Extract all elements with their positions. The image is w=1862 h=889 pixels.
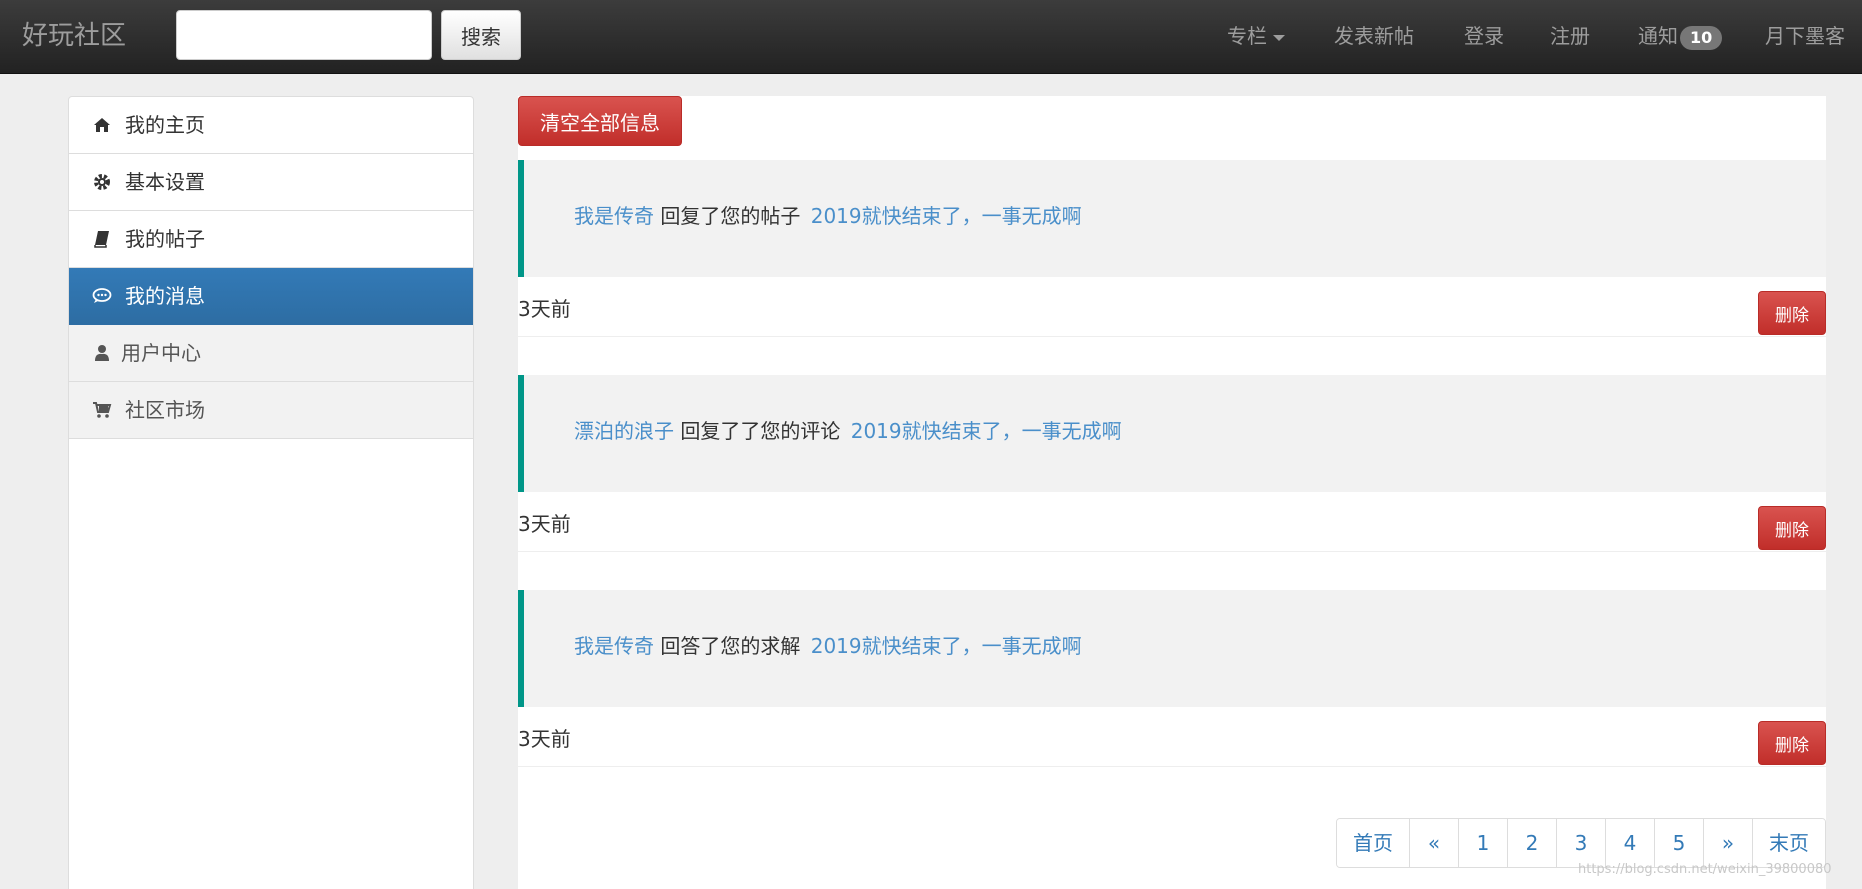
message-user-link[interactable]: 我是传奇 bbox=[574, 634, 654, 658]
page-first[interactable]: 首页 bbox=[1337, 819, 1409, 867]
message-text: 我是传奇 回答了您的求解 2019就快结束了，一事无成啊 bbox=[574, 630, 1082, 659]
nav-notice[interactable]: 通知 10 bbox=[1638, 18, 1723, 54]
delete-button[interactable]: 删除 bbox=[1758, 721, 1826, 765]
chevron-down-icon bbox=[1273, 34, 1285, 41]
page-2[interactable]: 2 bbox=[1507, 819, 1556, 867]
nav-user[interactable]: 月下墨客 bbox=[1765, 18, 1845, 54]
message-action: 回复了您的帖子 bbox=[660, 204, 801, 228]
message-meta-row: 3天前 删除 bbox=[518, 707, 1826, 767]
message-topic-link[interactable]: 2019就快结束了，一事无成啊 bbox=[851, 419, 1122, 443]
sidebar-item-market[interactable]: 社区市场 bbox=[69, 382, 473, 439]
message-panel: 清空全部信息 我是传奇 回复了您的帖子 2019就快结束了，一事无成啊 3天前 … bbox=[518, 96, 1826, 889]
message-meta-row: 3天前 删除 bbox=[518, 277, 1826, 337]
sidebar-item-posts[interactable]: 我的帖子 bbox=[69, 211, 473, 268]
sidebar-item-label: 社区市场 bbox=[125, 398, 205, 422]
sidebar-item-label: 用户中心 bbox=[121, 341, 201, 365]
page-4[interactable]: 4 bbox=[1605, 819, 1654, 867]
search-button[interactable]: 搜索 bbox=[441, 10, 521, 60]
sidebar-item-settings[interactable]: 基本设置 bbox=[69, 154, 473, 211]
nav-login[interactable]: 登录 bbox=[1464, 18, 1504, 54]
page-5[interactable]: 5 bbox=[1654, 819, 1703, 867]
search-input[interactable] bbox=[176, 10, 432, 60]
nav-column-dropdown[interactable]: 专栏 bbox=[1227, 18, 1285, 54]
message-topic-link[interactable]: 2019就快结束了，一事无成啊 bbox=[811, 634, 1082, 658]
nav-column-label: 专栏 bbox=[1227, 24, 1267, 48]
chat-icon bbox=[91, 268, 113, 324]
sidebar-item-user-center[interactable]: 用户中心 bbox=[69, 325, 473, 382]
cart-icon bbox=[91, 382, 113, 438]
nav-notice-label: 通知 bbox=[1638, 24, 1678, 48]
message-action: 回复了了您的评论 bbox=[680, 419, 841, 443]
message-item: 漂泊的浪子 回复了了您的评论 2019就快结束了，一事无成啊 bbox=[518, 375, 1826, 492]
delete-button[interactable]: 删除 bbox=[1758, 506, 1826, 550]
sidebar-item-home[interactable]: 我的主页 bbox=[69, 97, 473, 154]
page-last[interactable]: 末页 bbox=[1752, 819, 1825, 867]
message-user-link[interactable]: 漂泊的浪子 bbox=[574, 419, 674, 443]
message-item: 我是传奇 回答了您的求解 2019就快结束了，一事无成啊 bbox=[518, 590, 1826, 707]
home-icon bbox=[91, 97, 113, 153]
top-navbar: 好玩社区 搜索 专栏 发表新帖 登录 注册 通知 10 月下墨客 bbox=[0, 0, 1862, 74]
notice-count-badge: 10 bbox=[1680, 25, 1723, 50]
delete-button[interactable]: 删除 bbox=[1758, 291, 1826, 335]
page-prev[interactable]: « bbox=[1409, 819, 1458, 867]
message-text: 漂泊的浪子 回复了了您的评论 2019就快结束了，一事无成啊 bbox=[574, 415, 1122, 444]
message-time: 3天前 bbox=[518, 512, 571, 536]
brand-logo[interactable]: 好玩社区 bbox=[22, 18, 126, 54]
pagination: 首页 « 1 2 3 4 5 » 末页 bbox=[1336, 818, 1826, 868]
watermark: https://blog.csdn.net/weixin_39800080 bbox=[1578, 862, 1832, 877]
user-icon bbox=[91, 325, 113, 381]
message-meta-row: 3天前 删除 bbox=[518, 492, 1826, 552]
sidebar-item-label: 我的主页 bbox=[125, 113, 205, 137]
sidebar-item-messages[interactable]: 我的消息 bbox=[69, 268, 473, 325]
message-time: 3天前 bbox=[518, 297, 571, 321]
sidebar: 我的主页 基本设置 我的帖子 我的消息 用户中心 社区市场 bbox=[68, 96, 474, 889]
message-topic-link[interactable]: 2019就快结束了，一事无成啊 bbox=[811, 204, 1082, 228]
sidebar-item-label: 我的帖子 bbox=[125, 227, 205, 251]
message-action: 回答了您的求解 bbox=[660, 634, 801, 658]
nav-new-post[interactable]: 发表新帖 bbox=[1334, 18, 1414, 54]
book-icon bbox=[91, 211, 113, 267]
page-next[interactable]: » bbox=[1703, 819, 1752, 867]
gear-icon bbox=[91, 154, 113, 210]
message-text: 我是传奇 回复了您的帖子 2019就快结束了，一事无成啊 bbox=[574, 200, 1082, 229]
sidebar-item-label: 基本设置 bbox=[125, 170, 205, 194]
clear-all-button[interactable]: 清空全部信息 bbox=[518, 96, 682, 146]
message-user-link[interactable]: 我是传奇 bbox=[574, 204, 654, 228]
page-3[interactable]: 3 bbox=[1556, 819, 1605, 867]
message-item: 我是传奇 回复了您的帖子 2019就快结束了，一事无成啊 bbox=[518, 160, 1826, 277]
message-time: 3天前 bbox=[518, 727, 571, 751]
page-1[interactable]: 1 bbox=[1458, 819, 1507, 867]
nav-register[interactable]: 注册 bbox=[1550, 18, 1590, 54]
sidebar-item-label: 我的消息 bbox=[125, 284, 205, 308]
